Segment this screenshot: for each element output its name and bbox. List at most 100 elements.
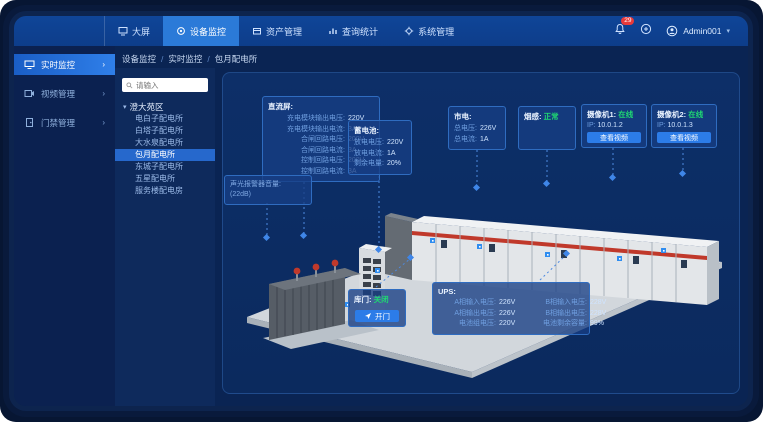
breadcrumb-separator: / — [207, 54, 209, 64]
search-input[interactable] — [136, 81, 200, 90]
smoke-detector-panel: 烟感: 正常 — [518, 106, 576, 150]
main-content: 直流屏: 充电模块输出电压:220V 充电模块输出电流:3A 合闸回路电压:20… — [215, 64, 748, 406]
tree-root-node[interactable]: ▾ 澄大苑区 — [115, 100, 215, 113]
breadcrumb-item[interactable]: 设备监控 — [122, 53, 156, 65]
sidebar-item-label: 视频管理 — [41, 88, 75, 100]
chevron-right-icon: › — [102, 118, 105, 127]
metric-label: A相输出电压: — [438, 309, 496, 320]
metric-value: 226V — [499, 309, 521, 320]
door-access-icon — [24, 117, 35, 128]
ups-phase-b-column: B相输入电压:228V B相输出电压:228V 电池剩余容量:99% — [529, 298, 612, 330]
nav-item-system-management[interactable]: 系统管理 — [391, 16, 467, 46]
sidebar-item-access-control[interactable]: 门禁管理 › — [14, 112, 115, 133]
sidebar-item-video-management[interactable]: 视频管理 › — [14, 83, 115, 104]
door-panel: 库门: 关闭 开门 — [348, 289, 406, 327]
open-door-button[interactable]: 开门 — [355, 310, 399, 322]
nav-label: 查询统计 — [342, 25, 378, 38]
metric-label: 总电压: — [454, 124, 477, 135]
metric-value: 1A — [387, 149, 406, 160]
nav-item-query-statistics[interactable]: 查询统计 — [315, 16, 391, 46]
chevron-down-icon: ▾ — [726, 27, 730, 35]
status-badge: 关闭 — [374, 295, 389, 304]
breadcrumb-separator: / — [161, 54, 163, 64]
panel-title: 库门: 关闭 — [354, 294, 400, 305]
metric-value: 220V — [499, 319, 521, 330]
view-video-button[interactable]: 查看视频 — [657, 132, 711, 143]
asset-icon — [252, 26, 262, 36]
chevron-right-icon: › — [102, 89, 105, 98]
main-nav: 大屏 设备监控 资产管理 查询统计 系统管理 — [104, 16, 467, 46]
metric-value: 228V — [590, 309, 612, 320]
tree-item-substation[interactable]: 大水泉配电所 — [115, 137, 215, 149]
metric-label: A相输入电压: — [438, 298, 496, 309]
mains-power-panel: 市电: 总电压:226V 总电流:1A — [448, 106, 506, 150]
panel-title: 摄像机1: 在线 — [587, 109, 641, 120]
nav-label: 设备监控 — [190, 25, 226, 38]
nav-label: 资产管理 — [266, 25, 302, 38]
status-badge: 在线 — [618, 110, 633, 119]
chevron-right-icon: › — [102, 60, 105, 69]
tree-item-substation[interactable]: 电白子配电所 — [115, 113, 215, 125]
search-icon — [126, 82, 133, 89]
user-menu[interactable]: Admin001 ▾ — [666, 25, 730, 37]
breadcrumb-item[interactable]: 实时监控 — [168, 53, 202, 65]
metric-value: 226V — [480, 124, 500, 135]
tree-root-label: 澄大苑区 — [130, 101, 164, 113]
stats-icon — [328, 26, 338, 36]
metric-label: B相输入电压: — [529, 298, 587, 309]
metric-label: 电池组电压: — [438, 319, 496, 330]
metric-value: 1A — [480, 135, 500, 146]
alarm-value: (22dB) — [230, 190, 306, 200]
panel-title: 市电: — [454, 111, 500, 122]
audible-alarm-panel: 声光报警器音量: (22dB) — [224, 175, 312, 205]
fullscreen-icon — [640, 23, 652, 35]
tree-item-substation-active[interactable]: 包月配电所 — [115, 149, 215, 161]
metric-label: 合闸回路电压: — [268, 135, 345, 146]
sidebar-item-label: 门禁管理 — [41, 117, 75, 129]
metric-label: 总电流: — [454, 135, 477, 146]
panel-title: 蓄电池: — [354, 125, 406, 136]
tree-item-substation[interactable]: 服务楼配电房 — [115, 185, 215, 197]
nav-item-device-monitoring[interactable]: 设备监控 — [163, 16, 239, 46]
nav-label: 大屏 — [132, 25, 150, 38]
nav-label: 系统管理 — [418, 25, 454, 38]
nav-item-asset-management[interactable]: 资产管理 — [239, 16, 315, 46]
panel-title: UPS: — [438, 287, 584, 296]
metric-value: 226V — [499, 298, 521, 309]
app-screenshot: 大屏 设备监控 资产管理 查询统计 系统管理 — [0, 0, 763, 422]
metric-label: 放电电压: — [354, 138, 384, 149]
metric-value: 99% — [590, 319, 612, 330]
station-tree-panel: ▾ 澄大苑区 电白子配电所 白塔子配电所 大水泉配电所 包月配电所 东城子配电所… — [115, 68, 215, 406]
metric-label: 电池剩余容量: — [529, 319, 587, 330]
panel-title: 摄像机2: 在线 — [657, 109, 711, 120]
app-window: 大屏 设备监控 资产管理 查询统计 系统管理 — [14, 16, 748, 406]
metric-label: 放电电流: — [354, 149, 384, 160]
metric-label: 充电模块输出电流: — [268, 125, 345, 136]
tree-item-substation[interactable]: 东城子配电所 — [115, 161, 215, 173]
metric-value: 220V — [387, 138, 406, 149]
nav-item-dashboard[interactable]: 大屏 — [105, 16, 163, 46]
top-navigation-bar: 大屏 设备监控 资产管理 查询统计 系统管理 — [14, 16, 748, 46]
screen-icon — [118, 26, 128, 36]
device-monitor-icon — [176, 26, 186, 36]
metric-label: 充电模块输出电压: — [268, 114, 345, 125]
metric-value: 20% — [387, 159, 406, 170]
metric-label: 控制回路电压: — [268, 156, 345, 167]
alarm-label: 声光报警器音量: — [230, 180, 306, 190]
monitor-icon — [24, 59, 35, 70]
tree-search — [122, 78, 208, 92]
metric-value: 228V — [590, 298, 612, 309]
panel-title: 烟感: 正常 — [524, 111, 570, 122]
sidebar-item-realtime-monitoring[interactable]: 实时监控 › — [14, 54, 115, 75]
metric-label: 剩余电量: — [354, 159, 384, 170]
camera1-panel: 摄像机1: 在线 IP: 10.0.1.2 查看视频 — [581, 104, 647, 148]
sidebar-item-label: 实时监控 — [41, 59, 75, 71]
topbar-right-tools: 29 Admin001 ▾ — [614, 22, 748, 40]
tree-item-substation[interactable]: 白塔子配电所 — [115, 125, 215, 137]
view-video-button[interactable]: 查看视频 — [587, 132, 641, 143]
send-icon — [364, 312, 372, 320]
tree-item-substation[interactable]: 五星配电所 — [115, 173, 215, 185]
system-gear-icon — [404, 26, 414, 36]
fullscreen-button[interactable] — [640, 22, 652, 40]
notifications-button[interactable]: 29 — [614, 22, 626, 40]
